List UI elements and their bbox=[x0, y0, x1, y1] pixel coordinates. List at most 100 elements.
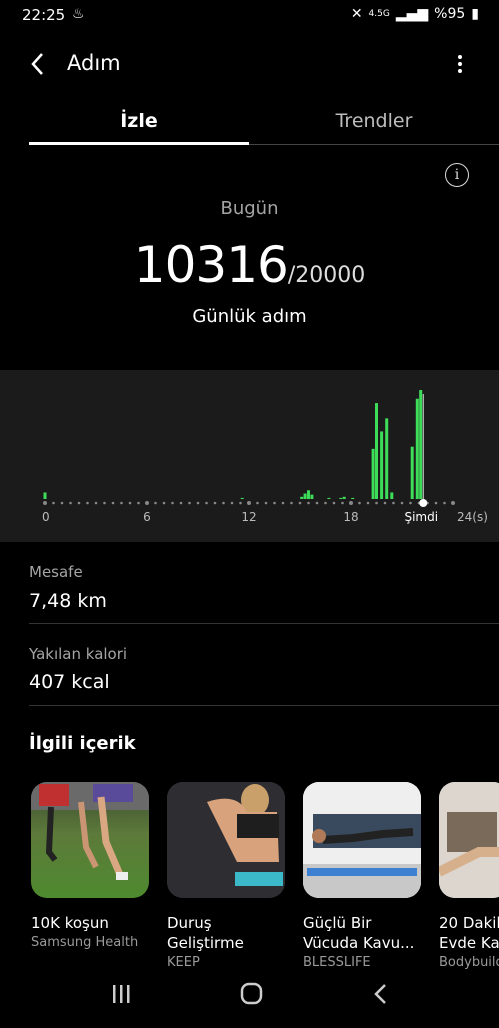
card-title-text: Güçlü Bir Vücuda Kavu... bbox=[303, 914, 415, 952]
nav-icons bbox=[113, 982, 386, 1005]
divider bbox=[29, 623, 499, 624]
baseline-dot bbox=[324, 501, 327, 505]
baseline-dot bbox=[366, 501, 370, 505]
baseline-dot bbox=[332, 501, 336, 505]
card-subtitle: Bodybuild bbox=[439, 955, 499, 970]
step-goal: /20000 bbox=[287, 263, 366, 288]
chevron-left-icon bbox=[31, 53, 43, 75]
divider bbox=[29, 705, 499, 706]
workout-image bbox=[303, 782, 421, 898]
status-bar: 22:25 ♨ ✕ 4.5G ▂▄▆ %95 ▮ bbox=[0, 0, 499, 32]
baseline-dot bbox=[247, 501, 251, 505]
card-title[interactable]: 10K koşun Samsung Health bbox=[31, 913, 153, 953]
navigation-bar bbox=[0, 978, 499, 1024]
steps-chart[interactable]: 0 6 12 18 Şimdi 24(s) bbox=[0, 370, 499, 542]
calories-value: 407 kcal bbox=[29, 671, 110, 693]
battery-level: %95 bbox=[434, 6, 466, 22]
baseline-dot bbox=[434, 501, 438, 505]
runners-image bbox=[31, 782, 149, 880]
chart-bar bbox=[310, 494, 314, 499]
chart-bar bbox=[415, 398, 419, 499]
baseline-dot bbox=[341, 501, 344, 505]
card-image-10k[interactable] bbox=[31, 782, 149, 898]
card-title[interactable]: Duruş Geliştirme KEEP bbox=[167, 913, 289, 973]
related-content-title: İlgili içerik bbox=[29, 733, 136, 754]
baseline-dot bbox=[77, 501, 81, 505]
x-tick-label: 6 bbox=[143, 510, 151, 524]
x-tick-label: 0 bbox=[42, 510, 50, 524]
card-image-posture[interactable] bbox=[167, 782, 285, 898]
baseline-dot bbox=[111, 501, 115, 505]
baseline-dot bbox=[69, 501, 72, 505]
mute-icon: ✕ bbox=[350, 6, 363, 22]
card-title-text: 20 Dakik Evde Ka bbox=[439, 914, 499, 952]
baseline-dot bbox=[392, 501, 395, 505]
baseline-dot bbox=[256, 501, 259, 505]
card-image-20-min[interactable] bbox=[439, 782, 499, 898]
card-title-text: Duruş Geliştirme bbox=[167, 914, 244, 952]
baseline-dot bbox=[443, 501, 446, 505]
baseline-dot bbox=[188, 501, 191, 505]
daily-steps-caption: Günlük adım bbox=[192, 306, 307, 327]
chart-bar bbox=[410, 446, 414, 499]
baseline-dot bbox=[145, 501, 149, 505]
chart-bar bbox=[339, 497, 343, 499]
baseline-dot bbox=[239, 501, 242, 505]
card-title[interactable]: Güçlü Bir Vücuda Kavu... BLESSLIFE bbox=[303, 913, 425, 973]
baseline-dot bbox=[383, 501, 387, 505]
chart-bar bbox=[300, 496, 304, 499]
baseline-dot bbox=[162, 501, 166, 505]
card-image-strong-body[interactable] bbox=[303, 782, 421, 898]
distance-value: 7,48 km bbox=[29, 590, 107, 612]
tab-divider bbox=[249, 144, 499, 145]
baseline-dot bbox=[273, 501, 276, 505]
baseline-dot bbox=[281, 501, 285, 505]
baseline-dot bbox=[154, 501, 157, 505]
distance-label: Mesafe bbox=[29, 563, 83, 581]
chart-bar bbox=[43, 492, 47, 499]
card-subtitle: BLESSLIFE bbox=[303, 955, 371, 970]
chart-bar bbox=[375, 403, 378, 499]
home-workout-image bbox=[439, 782, 499, 898]
back-nav-icon bbox=[374, 984, 386, 1004]
today-label: Bugün bbox=[220, 198, 279, 219]
info-icon[interactable]: i bbox=[445, 163, 469, 187]
tab-trendler[interactable]: Trendler bbox=[249, 110, 499, 132]
step-count: 10316/20000 bbox=[0, 236, 499, 294]
baseline-dot bbox=[375, 501, 378, 505]
notification-icon: ♨ bbox=[72, 6, 85, 22]
signal-icon: ▂▄▆ bbox=[395, 6, 429, 22]
baseline-dot bbox=[103, 501, 106, 505]
status-icons: ✕ 4.5G ▂▄▆ %95 ▮ bbox=[351, 6, 479, 22]
calories-label: Yakılan kalori bbox=[29, 645, 128, 663]
baseline-dot bbox=[43, 501, 47, 505]
baseline-dot bbox=[196, 501, 200, 505]
home-icon bbox=[240, 982, 263, 1005]
baseline-dot bbox=[349, 501, 353, 505]
baseline-dot bbox=[400, 501, 404, 505]
baseline-dot bbox=[137, 501, 140, 505]
posture-image bbox=[167, 782, 285, 898]
battery-icon: ▮ bbox=[471, 6, 479, 22]
tab-izle[interactable]: İzle bbox=[29, 110, 249, 132]
more-options-button[interactable] bbox=[452, 52, 468, 78]
baseline-dot bbox=[409, 501, 412, 505]
baseline-dot bbox=[52, 501, 55, 505]
chart-bar bbox=[342, 496, 346, 499]
back-button[interactable] bbox=[26, 50, 54, 78]
card-subtitle: KEEP bbox=[167, 955, 200, 970]
step-count-value: 10316 bbox=[133, 236, 289, 294]
page-title: Adım bbox=[67, 51, 121, 75]
baseline-dot bbox=[213, 501, 217, 505]
chart-bar bbox=[371, 448, 375, 499]
x-tick-label: 18 bbox=[343, 510, 358, 524]
baseline-dot bbox=[171, 501, 174, 505]
steps-chart-svg: 0 6 12 18 Şimdi 24(s) bbox=[42, 390, 488, 524]
baseline-dot bbox=[315, 501, 319, 505]
baseline-dot bbox=[230, 501, 234, 505]
x-tick-label: 12 bbox=[241, 510, 256, 524]
x-tick-label: Şimdi bbox=[404, 510, 438, 524]
card-title[interactable]: 20 Dakik Evde Ka Bodybuild bbox=[439, 913, 499, 973]
baseline-dot bbox=[205, 501, 208, 505]
network-type: 4.5G bbox=[368, 9, 390, 19]
